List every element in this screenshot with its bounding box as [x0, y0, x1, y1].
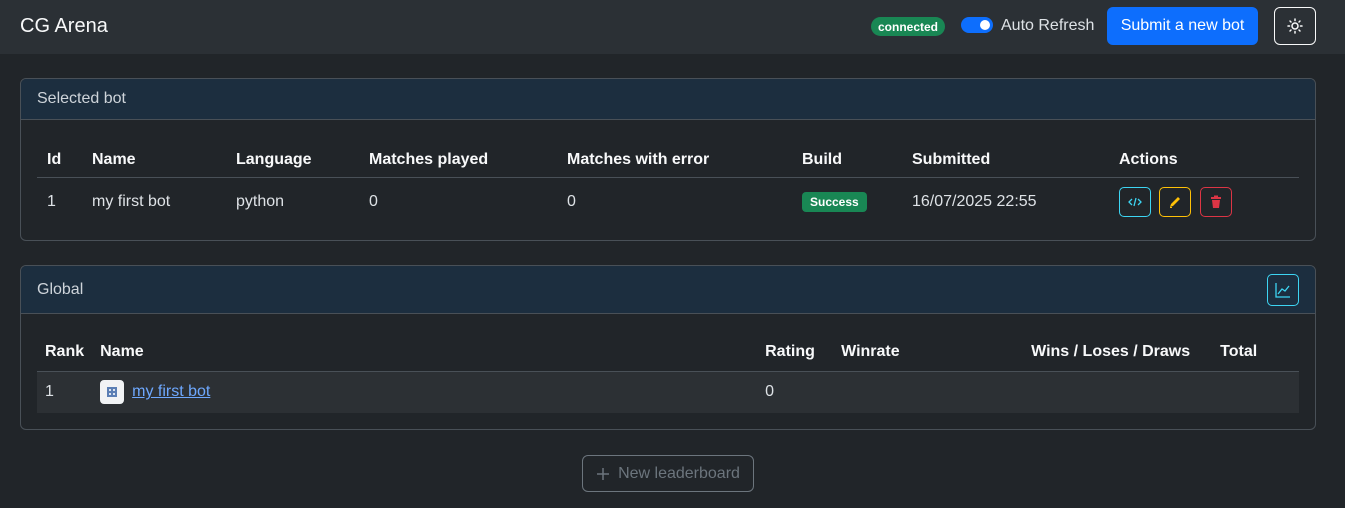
view-code-button[interactable]	[1119, 186, 1151, 217]
toggle-knob	[980, 20, 990, 30]
name-cell: my first bot	[92, 371, 758, 413]
col-id: Id	[37, 143, 82, 178]
bot-matches-error: 0	[567, 192, 576, 210]
bot-actions-cell	[1109, 177, 1299, 226]
bot-language: python	[236, 192, 285, 210]
col-total: Total	[1212, 334, 1299, 372]
col-actions: Actions	[1109, 143, 1299, 178]
app-title: CG Arena	[20, 15, 108, 37]
edit-bot-button[interactable]	[1159, 186, 1192, 217]
rank-cell: 1	[37, 371, 93, 413]
bot-id: 1	[47, 192, 56, 210]
leaderboard-table: Rank Name Rating Winrate Wins / Loses / …	[37, 334, 1299, 413]
auto-refresh-label: Auto Refresh	[1001, 17, 1095, 34]
col-matches-error: Matches with error	[557, 143, 792, 178]
plus-icon	[597, 467, 610, 480]
col-wld: Wins / Loses / Draws	[1023, 334, 1213, 372]
total-cell	[1212, 371, 1299, 413]
bot-matches-played: 0	[369, 192, 378, 210]
code-icon	[1128, 197, 1142, 206]
rating-cell: 0	[757, 371, 834, 413]
sun-icon	[1287, 18, 1303, 34]
selected-bot-table: Id Name Language Matches played Matches …	[37, 143, 1299, 226]
table-header-row: Id Name Language Matches played Matches …	[37, 143, 1299, 178]
col-rating: Rating	[757, 334, 834, 372]
global-header: Global	[21, 266, 1315, 314]
connection-status-badge: connected	[871, 17, 945, 36]
selected-bot-header: Selected bot	[21, 79, 1315, 120]
new-leaderboard-label: New leaderboard	[618, 464, 740, 482]
bot-build-cell: Success	[792, 177, 902, 226]
bot-name-link[interactable]: my first bot	[132, 383, 210, 400]
pencil-icon	[1170, 196, 1181, 208]
new-leaderboard-button[interactable]: New leaderboard	[582, 455, 754, 492]
submit-new-bot-button[interactable]: Submit a new bot	[1107, 7, 1258, 45]
selected-bot-title: Selected bot	[37, 90, 126, 107]
bot-name: my first bot	[92, 192, 171, 210]
auto-refresh-toggle[interactable]	[961, 17, 993, 33]
table-row: 1 my first bot python 0 0 Success 16/07/…	[37, 177, 1299, 226]
delete-bot-button[interactable]	[1199, 186, 1232, 217]
build-status-badge: Success	[802, 191, 867, 212]
bot-avatar	[100, 380, 125, 405]
rating-chart-button[interactable]	[1267, 274, 1299, 306]
theme-toggle-button[interactable]	[1274, 7, 1316, 45]
table-row: 1 my first bot 0	[37, 371, 1299, 413]
global-title: Global	[37, 280, 84, 298]
selected-bot-card: Selected bot Id Name Language Matches pl…	[20, 78, 1316, 241]
col-name: Name	[82, 143, 226, 178]
global-leaderboard-card: Global Rank Name Rating Winrate Wins / L…	[20, 265, 1316, 430]
bot-submitted: 16/07/2025 22:55	[912, 192, 1037, 210]
trash-icon	[1210, 195, 1221, 208]
col-submitted: Submitted	[902, 143, 1109, 178]
col-language: Language	[226, 143, 359, 178]
col-build: Build	[792, 143, 902, 178]
col-name: Name	[92, 334, 758, 372]
col-matches-played: Matches played	[359, 143, 557, 178]
grid-icon	[107, 387, 118, 398]
winrate-cell	[833, 371, 1024, 413]
navbar: CG Arena connected Auto Refresh Submit a…	[0, 0, 1345, 54]
col-winrate: Winrate	[833, 334, 1024, 372]
col-rank: Rank	[37, 334, 93, 372]
line-chart-icon	[1275, 283, 1290, 298]
table-header-row: Rank Name Rating Winrate Wins / Loses / …	[37, 334, 1299, 372]
wld-cell	[1023, 371, 1213, 413]
